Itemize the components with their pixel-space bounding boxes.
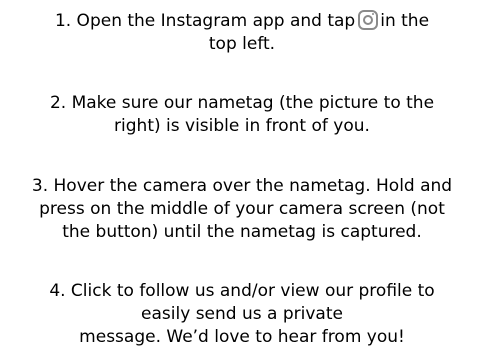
step-3-line-3: the button) until the nametag is capture… [62,222,422,242]
step-1-line-2: top left. [208,34,276,54]
step-4-line-1: 4. Click to follow us and/or view our pr… [49,281,435,301]
instagram-camera-icon [358,10,379,30]
step-1-text-after-icon: in the [380,11,430,31]
step-2: 2. Make sure our nametag (the picture to… [0,92,484,138]
step-3-line-2: press on the middle of your camera scree… [39,199,445,219]
step-1-text-before-icon: 1. Open the Instagram app and tap [54,11,356,31]
step-2-line-2: right) is visible in front of you. [114,116,370,136]
camera-lens [363,15,374,25]
instructions-document: 1. Open the Instagram app and tap in the … [0,0,484,355]
step-1: 1. Open the Instagram app and tap in the … [0,10,484,56]
step-4: 4. Click to follow us and/or view our pr… [0,280,484,349]
camera-flash-dot [372,13,375,15]
step-4-line-3: message. We’d love to hear from you! [79,327,405,347]
step-4-line-2: easily send us a private [141,304,343,324]
step-1-line-1: 1. Open the Instagram app and tap in the [0,10,484,33]
step-2-line-1: 2. Make sure our nametag (the picture to… [49,93,435,113]
step-3: 3. Hover the camera over the nametag. Ho… [0,175,484,244]
step-3-line-1: 3. Hover the camera over the nametag. Ho… [31,176,453,196]
